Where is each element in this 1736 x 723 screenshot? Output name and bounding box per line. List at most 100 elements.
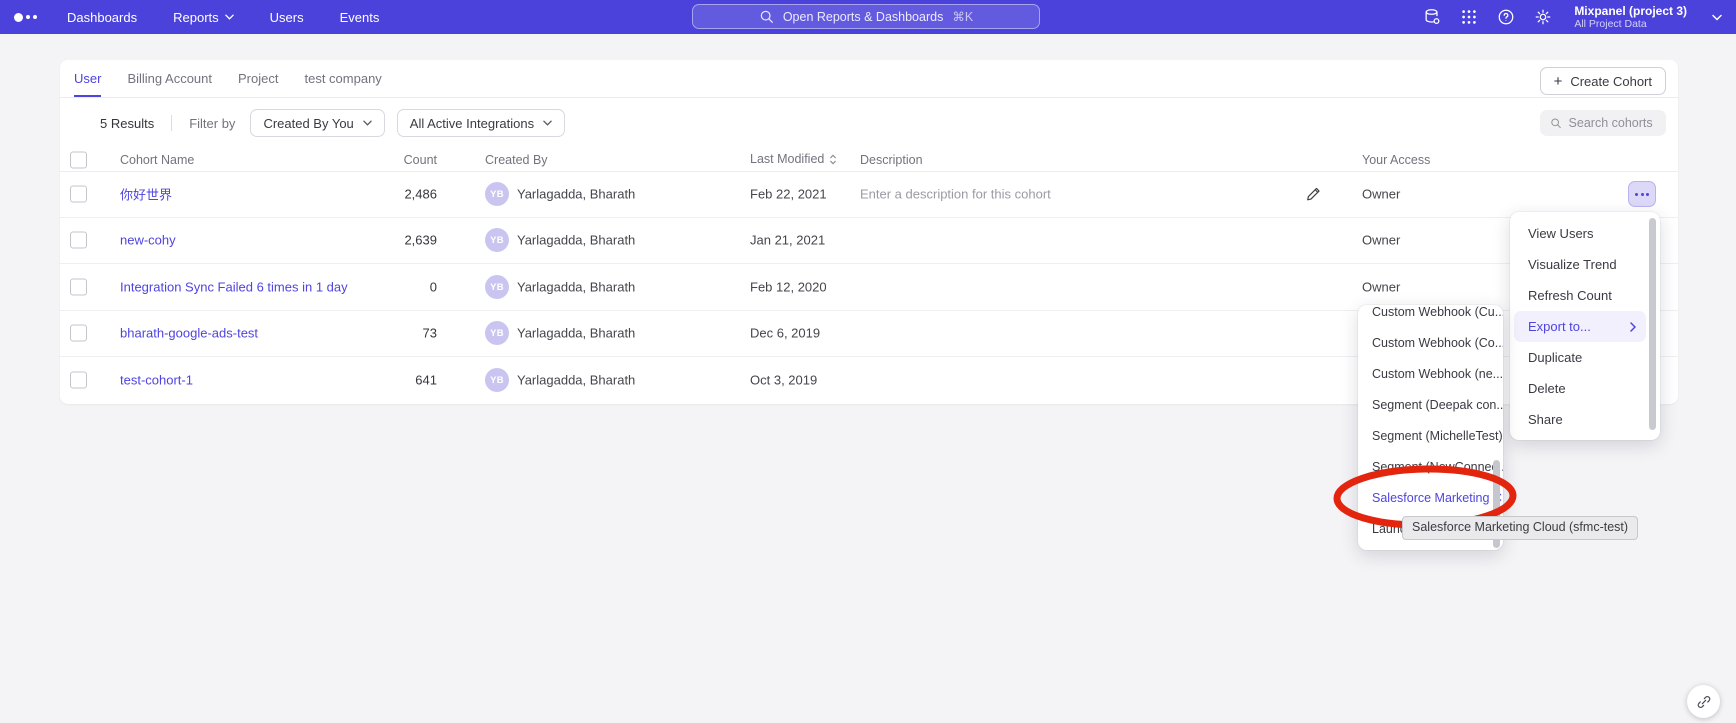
select-all-checkbox[interactable] [70,151,87,168]
filter-toolbar: 5 Results Filter by Created By You All A… [60,98,1678,148]
header-last-modified[interactable]: Last Modified [750,152,837,168]
tab-test-company[interactable]: test company [304,60,381,97]
nav-item-dashboards[interactable]: Dashboards [67,10,137,25]
access-level: Owner [1362,233,1400,248]
apps-grid-icon[interactable] [1460,8,1478,26]
submenu-item-segment-2[interactable]: Segment (MichelleTest) [1358,420,1503,451]
description-placeholder[interactable]: Enter a description for this cohort [860,187,1051,202]
plus-icon: + [1554,74,1563,89]
creator-name: Yarlagadda, Bharath [517,326,635,341]
mixpanel-logo-icon[interactable] [14,13,37,22]
creator-name: Yarlagadda, Bharath [517,187,635,202]
share-link-button[interactable] [1687,685,1720,718]
menu-item-export-to[interactable]: Export to... [1514,311,1646,342]
cohort-count: 2,486 [340,187,437,202]
divider [171,115,172,131]
access-level: Owner [1362,187,1400,202]
integration-tooltip: Salesforce Marketing Cloud (sfmc-test) [1402,516,1638,540]
avatar: YB [485,368,509,392]
nav-item-users[interactable]: Users [270,10,304,25]
last-modified-date: Feb 12, 2020 [750,280,827,295]
last-modified-date: Oct 3, 2019 [750,373,817,388]
search-shortcut: ⌘K [952,9,973,24]
header-description: Description [860,153,923,167]
cohort-count: 2,639 [340,233,437,248]
last-modified-date: Dec 6, 2019 [750,326,820,341]
edit-description-pencil-icon[interactable] [1305,186,1322,203]
help-icon[interactable] [1497,8,1515,26]
row-checkbox[interactable] [70,279,87,296]
creator-name: Yarlagadda, Bharath [517,233,635,248]
header-count: Count [340,153,437,167]
integrations-filter-dropdown[interactable]: All Active Integrations [397,109,565,137]
chevron-down-icon [543,120,552,126]
cohort-name-link[interactable]: 你好世界 [120,185,172,204]
row-checkbox[interactable] [70,372,87,389]
avatar: YB [485,275,509,299]
cohort-count: 73 [340,326,437,341]
table-row[interactable]: new-cohy 2,639 YB Yarlagadda, Bharath Ja… [60,217,1678,264]
results-count: 5 Results [100,116,154,131]
menu-item-delete[interactable]: Delete [1510,373,1660,404]
scrollbar-thumb[interactable] [1649,218,1656,430]
sort-icon[interactable] [829,154,837,168]
table-row[interactable]: Integration Sync Failed 6 times in 1 day… [60,264,1678,311]
header-created-by: Created By [485,153,548,167]
main-nav: Dashboards Reports Users Events [67,10,379,25]
cohort-type-tabs: User Billing Account Project test compan… [60,60,1678,98]
tab-billing-account[interactable]: Billing Account [127,60,212,97]
row-checkbox[interactable] [70,232,87,249]
nav-item-reports[interactable]: Reports [173,10,234,25]
project-chevron-down-icon[interactable] [1712,8,1722,26]
submenu-item-segment-3[interactable]: Segment (NewConnec... [1358,451,1503,482]
cohort-name-link[interactable]: Integration Sync Failed 6 times in 1 day [120,280,348,295]
creator-name: Yarlagadda, Bharath [517,280,635,295]
cohort-name-link[interactable]: test-cohort-1 [120,373,193,388]
project-scope: All Project Data [1574,18,1687,31]
menu-item-view-users[interactable]: View Users [1510,218,1660,249]
submenu-item-salesforce-marketing-cloud[interactable]: Salesforce Marketing C... [1358,482,1503,513]
last-modified-date: Feb 22, 2021 [750,187,827,202]
chevron-down-icon [225,14,234,20]
global-search-bar[interactable]: Open Reports & Dashboards ⌘K [692,4,1040,29]
cohort-name-link[interactable]: new-cohy [120,233,176,248]
search-cohorts-box [1540,110,1666,136]
project-name: Mixpanel (project 3) [1574,4,1687,18]
created-by-filter-dropdown[interactable]: Created By You [250,109,384,137]
search-cohorts-input[interactable] [1569,116,1656,130]
menu-item-visualize-trend[interactable]: Visualize Trend [1510,249,1660,280]
table-header: Cohort Name Count Created By Last Modifi… [60,148,1678,172]
header-your-access: Your Access [1362,153,1430,167]
global-search-placeholder: Open Reports & Dashboards [783,10,944,24]
cohort-count: 641 [340,373,437,388]
create-cohort-button[interactable]: + Create Cohort [1540,67,1666,95]
nav-item-events[interactable]: Events [340,10,380,25]
project-switcher[interactable]: Mixpanel (project 3) All Project Data [1574,4,1687,31]
submenu-item-custom-webhook-2[interactable]: Custom Webhook (Co... [1358,327,1503,358]
search-icon [759,9,774,24]
menu-item-share[interactable]: Share [1510,404,1660,435]
cohort-name-link[interactable]: bharath-google-ads-test [120,326,258,341]
link-icon [1696,694,1712,710]
submenu-item-custom-webhook-1[interactable]: Custom Webhook (Cu... [1358,305,1503,327]
header-cohort-name: Cohort Name [120,153,194,167]
submenu-item-custom-webhook-3[interactable]: Custom Webhook (ne... [1358,358,1503,389]
menu-item-duplicate[interactable]: Duplicate [1510,342,1660,373]
table-row[interactable]: 你好世界 2,486 YB Yarlagadda, Bharath Feb 22… [60,171,1678,218]
row-actions-button[interactable] [1628,181,1656,207]
tab-user[interactable]: User [74,60,101,97]
avatar: YB [485,228,509,252]
menu-item-refresh-count[interactable]: Refresh Count [1510,280,1660,311]
search-icon [1550,116,1562,130]
chevron-down-icon [363,120,372,126]
submenu-item-segment-1[interactable]: Segment (Deepak con... [1358,389,1503,420]
row-checkbox[interactable] [70,325,87,342]
data-icon[interactable] [1423,8,1441,26]
avatar: YB [485,182,509,206]
export-to-submenu: Custom Webhook (Cu... Custom Webhook (Co… [1358,305,1503,550]
chevron-right-icon [1630,322,1636,332]
settings-gear-icon[interactable] [1534,8,1552,26]
row-checkbox[interactable] [70,186,87,203]
creator-name: Yarlagadda, Bharath [517,373,635,388]
tab-project[interactable]: Project [238,60,278,97]
